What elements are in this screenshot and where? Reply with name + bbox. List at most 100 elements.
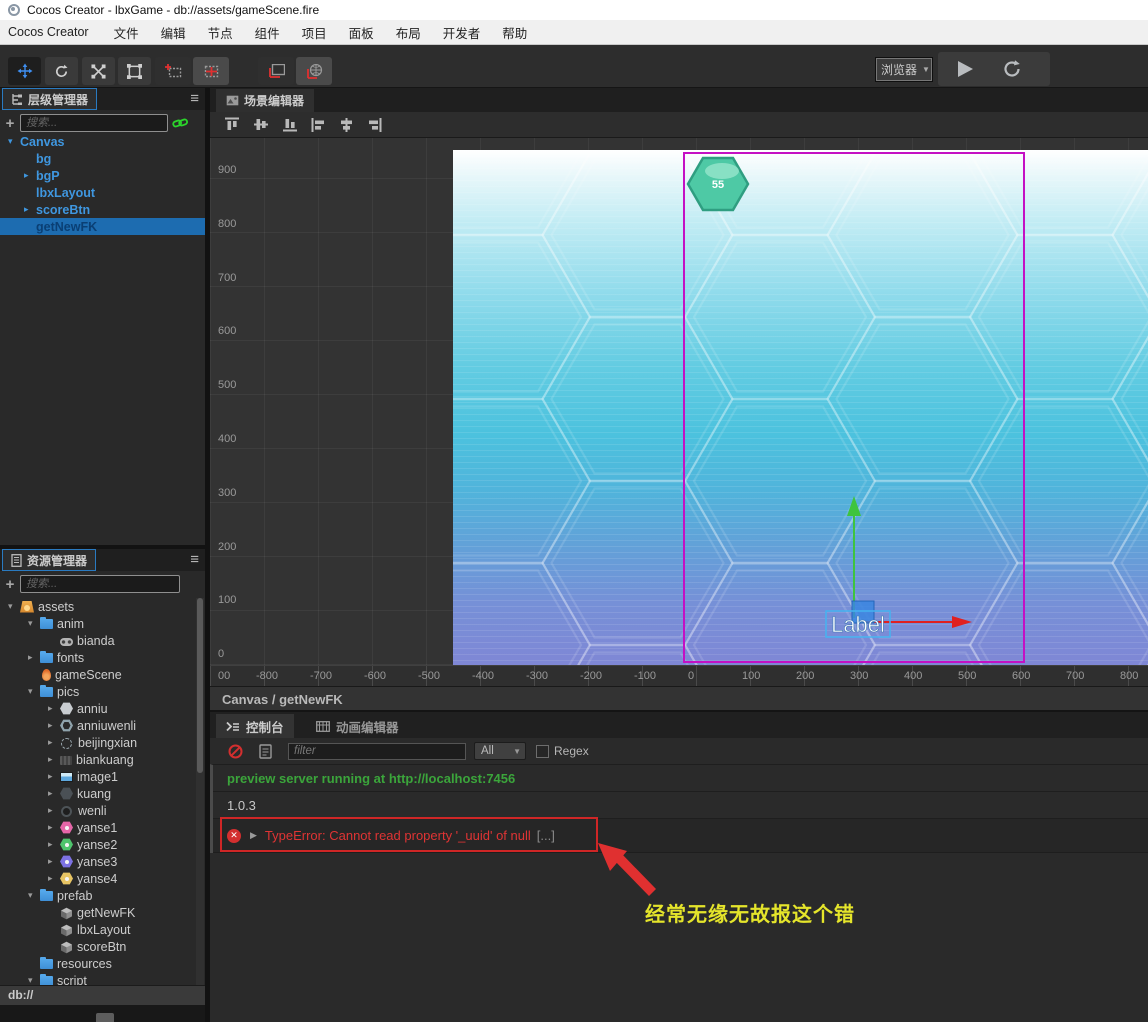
rect-tool-button[interactable] <box>118 57 151 85</box>
tree-expand-arrow[interactable]: ▸ <box>28 652 40 663</box>
tree-expand-arrow[interactable]: ▸ <box>48 839 60 850</box>
asset-item-yanse3[interactable]: ▸ yanse3 <box>0 853 205 870</box>
menu-item-1[interactable]: 文件 <box>103 23 150 42</box>
log-filter-input[interactable] <box>288 742 466 760</box>
log-expand-arrow[interactable]: ▶ <box>250 830 257 841</box>
tab-assets[interactable]: 资源管理器 <box>2 549 97 571</box>
menu-item-3[interactable]: 节点 <box>197 23 244 42</box>
asset-item-kuang[interactable]: ▸ kuang <box>0 785 205 802</box>
asset-item-scoreBtn[interactable]: scoreBtn <box>0 938 205 955</box>
asset-item-yanse2[interactable]: ▸ yanse2 <box>0 836 205 853</box>
tree-expand-arrow[interactable]: ▸ <box>48 720 60 731</box>
tree-expand-arrow[interactable]: ▸ <box>24 170 36 181</box>
asset-item-biankuang[interactable]: ▸ biankuang <box>0 751 205 768</box>
assets-search-input[interactable] <box>20 575 180 593</box>
local-gizmo-button[interactable] <box>258 57 294 85</box>
menu-item-2[interactable]: 编辑 <box>150 23 197 42</box>
anchor-grid-button[interactable] <box>193 57 229 85</box>
align-bottom-icon[interactable] <box>282 117 298 132</box>
menu-item-4[interactable]: 组件 <box>244 23 291 42</box>
asset-item-gameScene[interactable]: gameScene <box>0 666 205 683</box>
tree-expand-arrow[interactable]: ▾ <box>28 618 40 629</box>
tree-expand-arrow[interactable]: ▸ <box>48 737 60 748</box>
hierarchy-item-bg[interactable]: bg <box>0 150 205 167</box>
menu-item-6[interactable]: 面板 <box>338 23 385 42</box>
asset-item-bianda[interactable]: bianda <box>0 632 205 649</box>
asset-item-yanse1[interactable]: ▸ yanse1 <box>0 819 205 836</box>
assets-menu-icon[interactable]: ≡ <box>190 551 199 568</box>
log-row-info[interactable]: preview server running at http://localho… <box>213 765 1148 792</box>
add-node-button[interactable]: + <box>0 115 20 132</box>
scale-tool-button[interactable] <box>82 57 115 85</box>
breadcrumb[interactable]: Canvas / getNewFK <box>210 687 1148 707</box>
align-center-icon[interactable] <box>339 117 354 133</box>
menu-item-9[interactable]: 帮助 <box>491 23 538 42</box>
asset-item-assets[interactable]: ▾ assets <box>0 598 205 615</box>
menu-item-8[interactable]: 开发者 <box>432 23 492 42</box>
asset-item-anniuwenli[interactable]: ▸ anniuwenli <box>0 717 205 734</box>
refresh-button[interactable] <box>1002 59 1022 79</box>
asset-item-fonts[interactable]: ▸ fonts <box>0 649 205 666</box>
asset-item-pics[interactable]: ▾ pics <box>0 683 205 700</box>
preview-target-select[interactable]: 浏览器 ▼ <box>875 57 933 82</box>
tree-expand-arrow[interactable]: ▸ <box>48 873 60 884</box>
menu-item-0[interactable]: Cocos Creator <box>0 25 103 39</box>
align-left-icon[interactable] <box>311 117 326 133</box>
tree-expand-arrow[interactable]: ▾ <box>28 686 40 697</box>
tree-expand-arrow[interactable]: ▸ <box>48 754 60 765</box>
tree-expand-arrow[interactable]: ▸ <box>48 856 60 867</box>
tree-expand-arrow[interactable]: ▸ <box>48 771 60 782</box>
asset-item-image1[interactable]: ▸ image1 <box>0 768 205 785</box>
hierarchy-item-Canvas[interactable]: ▾ Canvas <box>0 133 205 150</box>
tree-expand-arrow[interactable]: ▾ <box>8 136 20 147</box>
scene-viewport[interactable]: 55 Label 900 800 700 600 500 400 300 200 100 0 <box>210 138 1148 665</box>
asset-item-prefab[interactable]: ▾ prefab <box>0 887 205 904</box>
rotate-tool-button[interactable] <box>45 57 78 85</box>
hierarchy-menu-icon[interactable]: ≡ <box>190 90 199 107</box>
tree-expand-arrow[interactable]: ▸ <box>48 788 60 799</box>
link-icon[interactable] <box>172 116 188 130</box>
hierarchy-item-scoreBtn[interactable]: ▸ scoreBtn <box>0 201 205 218</box>
tab-anim-editor[interactable]: 动画编辑器 <box>306 714 409 738</box>
log-row-plain[interactable]: 1.0.3 <box>213 792 1148 819</box>
hierarchy-search-input[interactable] <box>20 114 168 132</box>
log-row-error[interactable]: ✕ ▶ TypeError: Cannot read property '_uuid… <box>213 819 1148 853</box>
tree-expand-arrow[interactable]: ▸ <box>48 822 60 833</box>
hierarchy-item-bgP[interactable]: ▸ bgP <box>0 167 205 184</box>
menu-item-5[interactable]: 项目 <box>291 23 338 42</box>
tree-expand-arrow[interactable]: ▸ <box>24 204 36 215</box>
log-suffix[interactable]: [...] <box>537 828 555 843</box>
align-right-icon[interactable] <box>367 117 382 133</box>
hierarchy-item-lbxLayout[interactable]: lbxLayout <box>0 184 205 201</box>
export-log-icon[interactable] <box>259 743 272 759</box>
tree-expand-arrow[interactable]: ▾ <box>8 601 20 612</box>
assets-scrollbar-thumb[interactable] <box>197 598 203 773</box>
tree-expand-arrow[interactable]: ▾ <box>28 890 40 901</box>
tree-expand-arrow[interactable]: ▸ <box>48 805 60 816</box>
regex-checkbox[interactable] <box>536 744 549 758</box>
asset-item-getNewFK[interactable]: getNewFK <box>0 904 205 921</box>
tree-expand-arrow[interactable]: ▸ <box>48 703 60 714</box>
asset-item-lbxLayout[interactable]: lbxLayout <box>0 921 205 938</box>
asset-item-anim[interactable]: ▾ anim <box>0 615 205 632</box>
play-button[interactable] <box>958 61 973 77</box>
clear-log-icon[interactable] <box>228 744 243 759</box>
menu-item-7[interactable]: 布局 <box>385 23 432 42</box>
move-tool-button[interactable] <box>8 57 41 85</box>
add-asset-button[interactable]: + <box>0 576 20 593</box>
tab-hierarchy[interactable]: 层级管理器 <box>2 88 98 110</box>
asset-item-resources[interactable]: resources <box>0 955 205 972</box>
asset-item-script[interactable]: ▾ script <box>0 972 205 985</box>
hierarchy-item-getNewFK[interactable]: getNewFK <box>0 218 205 235</box>
tab-console[interactable]: 控制台 <box>216 714 294 738</box>
asset-item-wenli[interactable]: ▸ wenli <box>0 802 205 819</box>
asset-item-yanse4[interactable]: ▸ yanse4 <box>0 870 205 887</box>
tree-expand-arrow[interactable]: ▾ <box>28 975 40 985</box>
pivot-anchor-button[interactable] <box>155 57 191 85</box>
asset-item-anniu[interactable]: ▸ anniu <box>0 700 205 717</box>
tab-scene-editor[interactable]: 场景编辑器 <box>216 89 315 112</box>
log-level-select[interactable]: All ▼ <box>474 742 526 760</box>
align-middle-icon[interactable] <box>253 117 269 132</box>
asset-item-beijingxian[interactable]: ▸ beijingxian <box>0 734 205 751</box>
align-top-icon[interactable] <box>224 117 240 132</box>
